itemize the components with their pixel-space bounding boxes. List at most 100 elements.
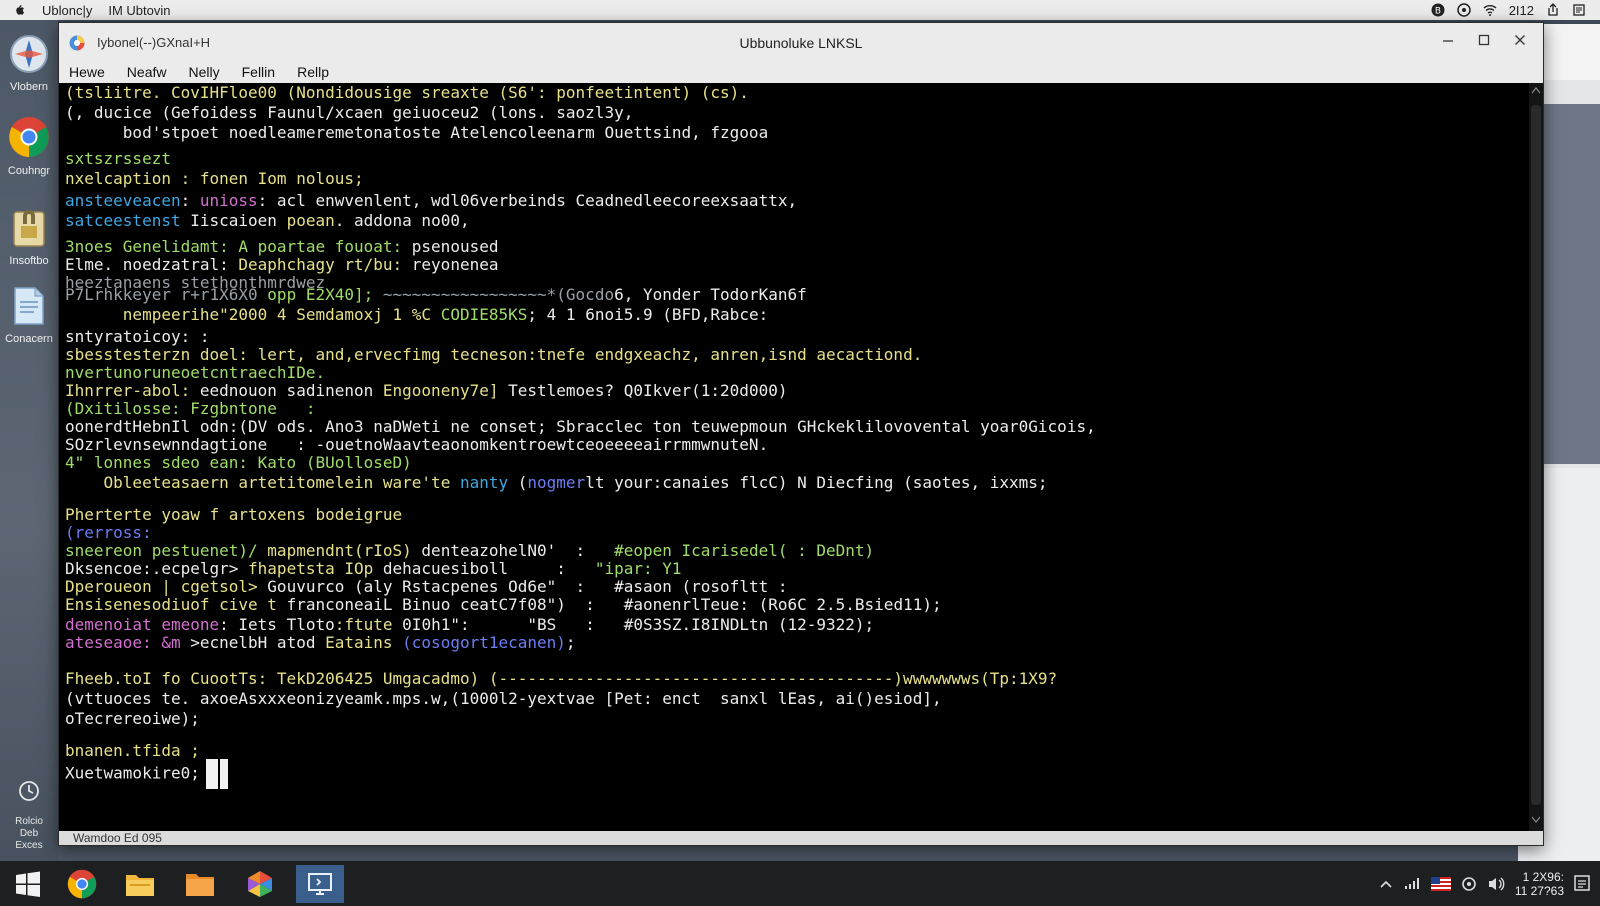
terminal-text: bod'stpoet noedleameremetonatoste Atelen… [65, 123, 769, 142]
apple-icon[interactable] [12, 3, 26, 17]
scroll-up-icon[interactable] [1529, 85, 1543, 99]
terminal-text: Ihnrrer-abol: [65, 381, 200, 400]
scroll-thumb[interactable] [1531, 105, 1541, 805]
taskbar-colorful-app[interactable] [236, 865, 284, 903]
network-icon[interactable] [1403, 877, 1421, 891]
scroll-down-icon[interactable] [1529, 815, 1543, 829]
terminal-text: ansteeveacen [65, 191, 181, 210]
terminal-text: 0I0h1": "BS : [402, 615, 624, 634]
chevron-up-icon[interactable] [1379, 879, 1393, 889]
dock-label: Vlobern [10, 81, 48, 93]
start-button[interactable] [4, 865, 52, 903]
terminal-line: Xuetwamokire0; [65, 759, 228, 789]
dock-bottom-widget[interactable]: Rolcio Deb Exces [0, 780, 58, 852]
menu-item[interactable]: Rellp [297, 64, 329, 80]
dock-bottom-line: Deb [19, 828, 39, 839]
terminal-line: sneereon pestuenet)/ mapmendnt(rIoS) den… [65, 541, 874, 561]
settings-icon[interactable] [1461, 876, 1477, 892]
terminal-text: sxtszrssezt [65, 149, 171, 168]
top-clock[interactable]: 2I12 [1509, 3, 1534, 18]
notification-icon[interactable] [1574, 874, 1590, 893]
terminal-text: 3noes Genelidamt: A poartae fouoat: [65, 237, 412, 256]
terminal-text: (cosogort1ecanen) [402, 633, 566, 652]
terminal-text: fhapetsta IOp [248, 559, 383, 578]
window-tab-label[interactable]: Iybonel(--)GXnaI+H [97, 35, 210, 50]
chrome-icon [9, 117, 49, 157]
terminal-text: psenoused [411, 237, 499, 256]
menu-app-name[interactable]: Ublonc|y [42, 3, 92, 18]
terminal-line: bnanen.tfida ; [65, 741, 200, 761]
taskbar-clock[interactable]: 1 2X96: 11 27?63 [1515, 870, 1564, 898]
dock-item-chrome[interactable]: Couhngr [0, 116, 58, 177]
terminal-text: : [565, 595, 624, 614]
notes-icon[interactable] [1572, 3, 1586, 17]
taskbar-folder[interactable] [176, 865, 224, 903]
terminal-text: sneereon pestuenet)/ [65, 541, 268, 560]
terminal-line: Pherterte yoaw f artoxens bodeigrue [65, 505, 402, 525]
shield-icon[interactable]: B [1431, 3, 1445, 17]
windows-start-icon [16, 871, 40, 897]
terminal-line: Dksencoe:.ecpelgr> fhapetsta IOp dehacue… [65, 559, 682, 579]
terminal-text: CODIE85KS [440, 305, 528, 324]
terminal-line: sbesstesterzn doel: lert, and,ervecfimg … [65, 345, 922, 365]
terminal-text: "ipar: Y1 [585, 559, 682, 578]
app-logo-icon [69, 35, 85, 51]
close-button[interactable] [1509, 31, 1531, 53]
terminal-text: unioss [199, 191, 258, 210]
menu-item[interactable]: Neafw [127, 64, 167, 80]
maximize-button[interactable] [1473, 31, 1495, 53]
colorful-app-icon [248, 871, 272, 897]
taskbar-file-explorer[interactable] [116, 865, 164, 903]
taskbar-remote-desktop[interactable] [296, 865, 344, 903]
terminal-text: Dksencoe:.ecpelgr> [65, 559, 249, 578]
terminal-text: Eatains [325, 633, 403, 652]
system-top-bar: Ublonc|y IM Ubtovin B 2I12 [0, 0, 1600, 20]
terminal-line: SOzrlevnsewnndagtione : -ouetnoWaavteaon… [65, 435, 768, 455]
svg-text:B: B [1435, 7, 1441, 17]
flag-icon[interactable] [1430, 876, 1451, 891]
dock-item-installer[interactable]: Insoftbo [0, 206, 58, 267]
share-arrow-icon[interactable] [1546, 3, 1560, 17]
terminal-text: ; 4 1 6noi5.9 (BFD,Rabce: [527, 305, 769, 324]
dock-item-compass[interactable]: Vlobern [0, 34, 58, 93]
terminal-text: eednouon sadinenon [199, 381, 383, 400]
terminal-text: opp E2X40]; [267, 285, 383, 304]
menu-item[interactable]: Hewe [69, 64, 105, 80]
taskbar-chrome[interactable] [58, 865, 106, 903]
terminal-text: Tloto [286, 615, 335, 634]
terminal-output[interactable]: (tsliitre. CovIHFloe00 (Nondidousige sre… [59, 83, 1529, 831]
terminal-text: Gouvurco (aly Rstacpenes Od6e" [267, 577, 557, 596]
terminal-text: #aonenrlTeue: (Ro6C 2.5.Bsied11); [623, 595, 942, 614]
dock-bottom-line: Exces [15, 840, 43, 851]
terminal-line: ansteeveacen: unioss: acl enwvenlent, wd… [65, 191, 797, 211]
terminal-line: ateseaoe: &m >ecnelbH atod Eatains (coso… [65, 633, 576, 653]
minimize-button[interactable] [1437, 31, 1459, 53]
terminal-line: (rerross: [65, 523, 152, 543]
compass-icon [10, 35, 48, 73]
terminal-text: : acl enwvenlent, wdl06verbeinds Ceadned… [257, 191, 798, 210]
wifi-icon[interactable] [1483, 3, 1497, 17]
terminal-text: Xuetwamokire0; [65, 763, 200, 783]
terminal-text: #asaon (rosofltt : [604, 577, 788, 596]
dock-label: Couhngr [7, 165, 51, 177]
terminal-line: Elme. noedzatral: Deaphchagy rt/bu: reyo… [65, 255, 498, 275]
terminal-line: satceestenst Iiscaioen poean. addona no0… [65, 211, 470, 231]
terminal-line: Dperoueon | cgetsol> Gouvurco (aly Rstac… [65, 577, 787, 597]
terminal-line: oonerdtHebnIl odn:(DV ods. Ano3 naDWeti … [65, 417, 1096, 437]
menu-item[interactable]: Fellin [242, 64, 275, 80]
terminal-text: SOzrlevnsewnndagtione : -ouetnoWaavteaon… [65, 435, 769, 454]
menu-window-name[interactable]: IM Ubtovin [108, 3, 170, 18]
menu-item[interactable]: Nelly [188, 64, 219, 80]
maximize-icon [1478, 34, 1490, 46]
terminal-text: ; [565, 633, 576, 652]
share-icon[interactable] [1456, 3, 1471, 17]
dock-item-document[interactable]: Conacern [0, 286, 58, 345]
terminal-text: sbesstesterzn doel: [65, 345, 249, 364]
terminal-text: >ecnelbH atod [190, 633, 326, 652]
terminal-cursor[interactable] [205, 759, 218, 789]
clock-icon [19, 781, 39, 801]
volume-icon[interactable] [1487, 876, 1505, 892]
terminal-scrollbar[interactable] [1529, 83, 1543, 831]
terminal-text: 4" lonnes sdeo ean: Kato (BUolloseD) [65, 453, 412, 472]
title-bar[interactable]: Iybonel(--)GXnaI+H Ubbunoluke LNKSL [59, 23, 1543, 61]
